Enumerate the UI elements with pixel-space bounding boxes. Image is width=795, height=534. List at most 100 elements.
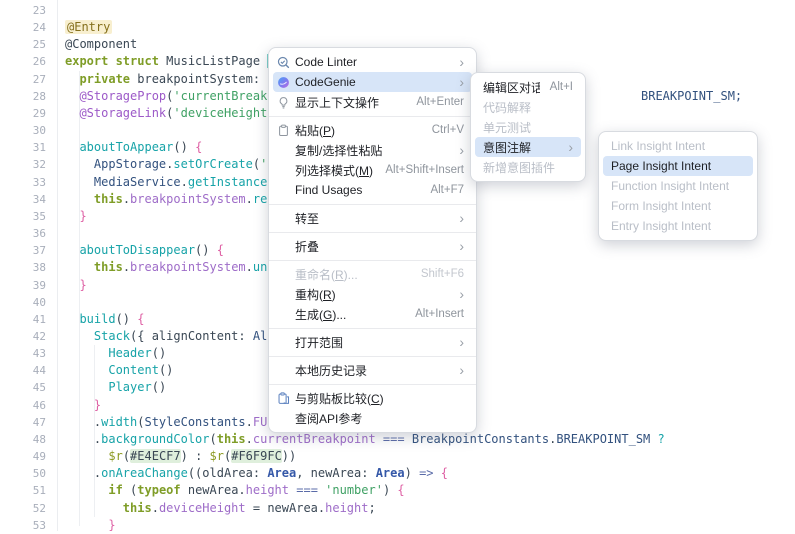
line-number[interactable]: 29 — [0, 105, 46, 122]
code-token-fn: onAreaChange — [101, 466, 188, 480]
code-token-kw: this — [94, 192, 123, 206]
line-number[interactable]: 26 — [0, 53, 46, 70]
line-number[interactable]: 44 — [0, 362, 46, 379]
line-number[interactable]: 39 — [0, 277, 46, 294]
blank-icon — [277, 143, 295, 157]
code-line[interactable]: 51 if (typeof newArea.height === 'number… — [0, 482, 795, 499]
menu-item-label: 复制/选择性粘贴 — [295, 142, 449, 159]
line-number[interactable]: 23 — [0, 2, 46, 19]
line-number[interactable]: 35 — [0, 208, 46, 225]
menu-item-open-scope[interactable]: 打开范围› — [273, 332, 472, 352]
code-token-entry: @Entry — [65, 20, 112, 34]
code-token-fn: width — [101, 415, 137, 429]
line-number[interactable]: 25 — [0, 36, 46, 53]
code-token-plain: ; — [368, 501, 375, 515]
menu-item-local-history[interactable]: 本地历史记录› — [273, 360, 472, 380]
code-token-plain: . — [123, 260, 130, 274]
code-token-plain: . — [65, 415, 101, 429]
menu-item-intent-annotation[interactable]: 意图注解› — [475, 137, 581, 157]
line-number[interactable]: 31 — [0, 139, 46, 156]
line-number[interactable]: 41 — [0, 311, 46, 328]
code-line[interactable]: 52 this.deviceHeight = newArea.height; — [0, 500, 795, 517]
menu-item-paste[interactable]: 粘贴(P)Ctrl+V — [273, 120, 472, 140]
lightbulb-icon — [277, 95, 295, 109]
code-line[interactable]: 24 @Entry — [0, 19, 795, 36]
intent-annotation-submenu: Link Insight IntentPage Insight IntentFu… — [598, 131, 758, 241]
line-number[interactable]: 37 — [0, 242, 46, 259]
code-line[interactable]: 50 .onAreaChange((oldArea: Area, newArea… — [0, 465, 795, 482]
line-number[interactable]: 42 — [0, 328, 46, 345]
code-line[interactable]: 48 .backgroundColor(this.currentBreakpoi… — [0, 431, 795, 448]
line-number[interactable]: 34 — [0, 191, 46, 208]
line-number[interactable]: 47 — [0, 414, 46, 431]
code-token-plain — [65, 501, 123, 515]
menu-item-lookup-api-reference[interactable]: 查阅API参考 — [273, 408, 472, 428]
menu-item-page-insight-intent[interactable]: Page Insight Intent — [603, 156, 753, 176]
code-text: @Component — [65, 36, 137, 53]
line-number[interactable]: 36 — [0, 225, 46, 242]
line-number[interactable]: 28 — [0, 88, 46, 105]
line-number[interactable]: 48 — [0, 431, 46, 448]
code-token-cls: BreakpointConstants — [412, 432, 549, 446]
line-number[interactable]: 53 — [0, 517, 46, 534]
blank-icon — [277, 163, 295, 177]
line-number[interactable]: 24 — [0, 19, 46, 36]
code-line[interactable]: 23 — [0, 2, 795, 19]
line-number[interactable]: 52 — [0, 500, 46, 517]
editor-context-menu: Code Linter›CodeGenie›显示上下文操作Alt+Enter 粘贴… — [268, 47, 477, 433]
code-token-fn: ? — [658, 432, 665, 446]
menu-item-codegenie[interactable]: CodeGenie› — [273, 72, 472, 92]
menu-item-find-usages[interactable]: Find UsagesAlt+F7 — [273, 180, 472, 200]
line-number[interactable]: 40 — [0, 294, 46, 311]
code-token-fn: backgroundColor — [101, 432, 209, 446]
code-text: $r(#E4ECF7) : $r(#F6F9FC)) — [65, 448, 296, 465]
line-number[interactable]: 30 — [0, 122, 46, 139]
submenu-arrow-icon: › — [459, 211, 464, 225]
code-token-kw: this — [217, 432, 246, 446]
menu-item-column-selection-mode[interactable]: 列选择模式(M)Alt+Shift+Insert — [273, 160, 472, 180]
menu-item-code-linter[interactable]: Code Linter› — [273, 52, 472, 72]
menu-separator — [269, 356, 476, 357]
code-text: } — [65, 208, 87, 225]
menu-item-editor-chat[interactable]: 编辑区对话Alt+I — [475, 77, 581, 97]
menu-item-go-to[interactable]: 转至› — [273, 208, 472, 228]
menu-item-generate[interactable]: 生成(G)...Alt+Insert — [273, 304, 472, 324]
line-number[interactable]: 50 — [0, 465, 46, 482]
menu-item-shortcut: Alt+Insert — [415, 308, 464, 320]
line-number[interactable]: 27 — [0, 71, 46, 88]
code-token-type: Area — [267, 466, 296, 480]
code-token-kw: this — [123, 501, 152, 515]
line-number[interactable]: 51 — [0, 482, 46, 499]
line-number[interactable]: 38 — [0, 259, 46, 276]
code-token-plain: breakpointSystem: — [130, 72, 267, 86]
line-number[interactable]: 43 — [0, 345, 46, 362]
menu-item-label: 新增意图插件 — [483, 159, 573, 176]
menu-item-show-context-actions[interactable]: 显示上下文操作Alt+Enter — [273, 92, 472, 112]
code-text: @Entry — [65, 19, 112, 36]
menu-item-folding[interactable]: 折叠› — [273, 236, 472, 256]
code-token-kw: typeof — [137, 483, 180, 497]
code-token-plain — [434, 466, 441, 480]
menu-item-label: 本地历史记录 — [295, 362, 449, 379]
code-line[interactable]: 53 } — [0, 517, 795, 534]
line-number[interactable]: 33 — [0, 174, 46, 191]
menu-item-refactor[interactable]: 重构(R)› — [273, 284, 472, 304]
code-token-str: 'deviceHeight' — [173, 106, 274, 120]
line-number[interactable]: 49 — [0, 448, 46, 465]
line-number[interactable]: 32 — [0, 156, 46, 173]
code-token-plain: . — [123, 192, 130, 206]
code-token-plain: . — [246, 415, 253, 429]
code-token-plain — [65, 140, 79, 154]
code-line[interactable]: 49 $r(#E4ECF7) : $r(#F6F9FC)) — [0, 448, 795, 465]
menu-item-copy-paste-special[interactable]: 复制/选择性粘贴› — [273, 140, 472, 160]
code-token-plain — [65, 483, 108, 497]
code-token-plain — [65, 89, 79, 103]
line-number[interactable]: 45 — [0, 379, 46, 396]
paste-icon — [277, 123, 295, 137]
menu-item-shortcut: Shift+F6 — [421, 268, 464, 280]
menu-separator — [269, 116, 476, 117]
line-number[interactable]: 46 — [0, 397, 46, 414]
code-token-plain — [65, 329, 94, 343]
menu-item-compare-with-clipboard[interactable]: 与剪贴板比较(C) — [273, 388, 472, 408]
code-token-plain: = newArea. — [246, 501, 325, 515]
